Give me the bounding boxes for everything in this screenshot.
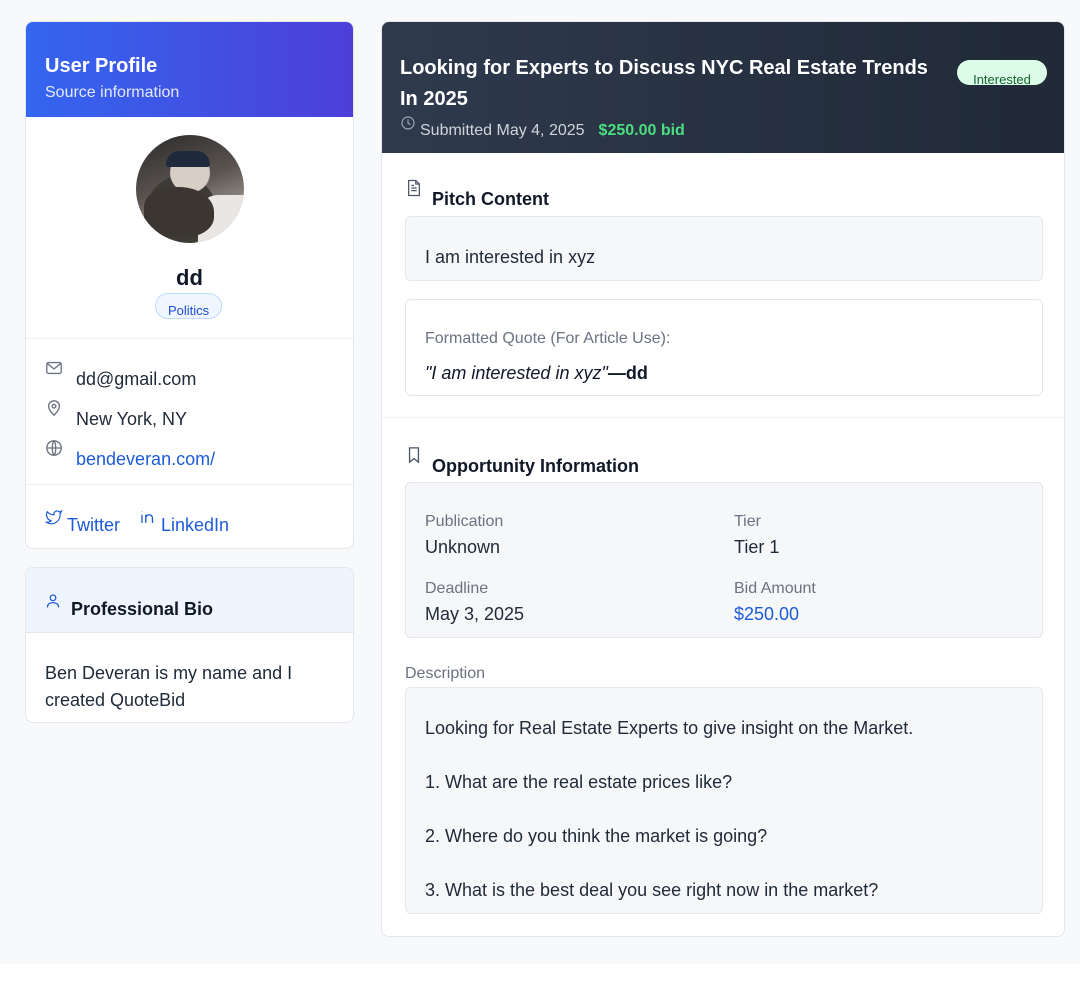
- globe-icon: [46, 440, 62, 456]
- description-line: 1. What are the real estate prices like?: [425, 772, 733, 792]
- bookmark-icon: [408, 447, 420, 464]
- formatted-quote-box: Formatted Quote (For Article Use): "I am…: [405, 299, 1043, 396]
- bio-text: Ben Deveran is my name and I created Quo…: [45, 663, 293, 710]
- email-text: dd@gmail.com: [76, 369, 197, 389]
- contact-website[interactable]: bendeveran.com/: [45, 440, 215, 469]
- category-badge: Politics: [155, 293, 223, 319]
- formatted-quote-attribution: —dd: [607, 363, 648, 383]
- user-name: dd: [176, 265, 203, 290]
- profile-header: User Profile Source information: [26, 22, 353, 117]
- mail-icon: [46, 361, 62, 375]
- bio-title: Professional Bio: [71, 599, 214, 619]
- publication-label: Publication: [425, 513, 504, 530]
- pitch-content-title: Pitch Content: [432, 189, 549, 209]
- tier-value: Tier 1: [734, 537, 780, 557]
- social-links: Twitter LinkedIn: [26, 485, 353, 548]
- tier-label: Tier: [734, 513, 761, 530]
- opportunity-info-box: Publication Unknown Tier Tier 1 Deadline…: [405, 482, 1043, 638]
- profile-header-title: User Profile: [45, 55, 158, 77]
- description-line: 3. What is the best deal you see right n…: [425, 880, 879, 900]
- pitch-content-heading: Pitch Content: [406, 179, 549, 209]
- clock-icon: [401, 116, 415, 130]
- description-box: Looking for Real Estate Experts to give …: [405, 687, 1043, 914]
- avatar: [136, 135, 244, 243]
- opportunity-info-title: Opportunity Information: [432, 456, 639, 476]
- formatted-quote: "I am interested in xyz"—dd: [425, 363, 648, 384]
- profile-header-subtitle: Source information: [45, 84, 180, 101]
- pitch-detail-card: Looking for Experts to Discuss NYC Real …: [381, 21, 1065, 937]
- map-pin-icon: [47, 400, 61, 417]
- bid-amount-value: $250.00: [734, 604, 800, 624]
- pitch-content-text: I am interested in xyz: [425, 247, 596, 267]
- contact-email: dd@gmail.com: [45, 361, 196, 389]
- linkedin-link[interactable]: LinkedIn: [139, 509, 229, 536]
- status-badge: Interested: [957, 60, 1047, 85]
- user-icon: [46, 594, 60, 608]
- linkedin-icon: [141, 511, 154, 523]
- linkedin-label[interactable]: LinkedIn: [161, 515, 229, 536]
- twitter-icon: [45, 509, 63, 525]
- opportunity-title: Looking for Experts to Discuss NYC Real …: [400, 57, 928, 110]
- opportunity-info-heading: Opportunity Information: [406, 446, 639, 476]
- description-label: Description: [405, 665, 486, 682]
- submission-meta: Submitted May 4, 2025 $250.00 bid: [400, 116, 685, 140]
- deadline-label: Deadline: [425, 580, 489, 597]
- bid-amount: $250.00 bid: [598, 122, 685, 139]
- location-text: New York, NY: [76, 409, 188, 429]
- bid-amount-label: Bid Amount: [734, 580, 816, 597]
- section-divider: [382, 417, 1064, 418]
- user-profile-card: User Profile Source information dd Polit…: [25, 21, 354, 549]
- website-link[interactable]: bendeveran.com/: [76, 449, 215, 470]
- page-footer-area: [0, 964, 1080, 1006]
- bio-header: Professional Bio: [26, 568, 353, 633]
- opportunity-header: Looking for Experts to Discuss NYC Real …: [382, 22, 1064, 153]
- description-line: Looking for Real Estate Experts to give …: [425, 718, 914, 738]
- contact-list: dd@gmail.com New York, NY bendeveran.com…: [26, 339, 353, 485]
- publication-value: Unknown: [425, 537, 501, 557]
- twitter-label[interactable]: Twitter: [67, 515, 120, 536]
- twitter-link[interactable]: Twitter: [45, 509, 120, 536]
- description-line: 2. Where do you think the market is goin…: [425, 826, 768, 846]
- submitted-date: Submitted May 4, 2025: [420, 122, 585, 139]
- formatted-quote-text: "I am interested in xyz": [425, 363, 608, 383]
- profile-identity: dd Politics: [26, 117, 353, 339]
- professional-bio-card: Professional Bio Ben Deveran is my name …: [25, 567, 354, 723]
- document-icon: [408, 179, 420, 197]
- formatted-quote-label: Formatted Quote (For Article Use):: [425, 330, 671, 347]
- contact-location: New York, NY: [45, 400, 187, 429]
- deadline-value: May 3, 2025: [425, 604, 525, 624]
- pitch-content-box: I am interested in xyz: [405, 216, 1043, 281]
